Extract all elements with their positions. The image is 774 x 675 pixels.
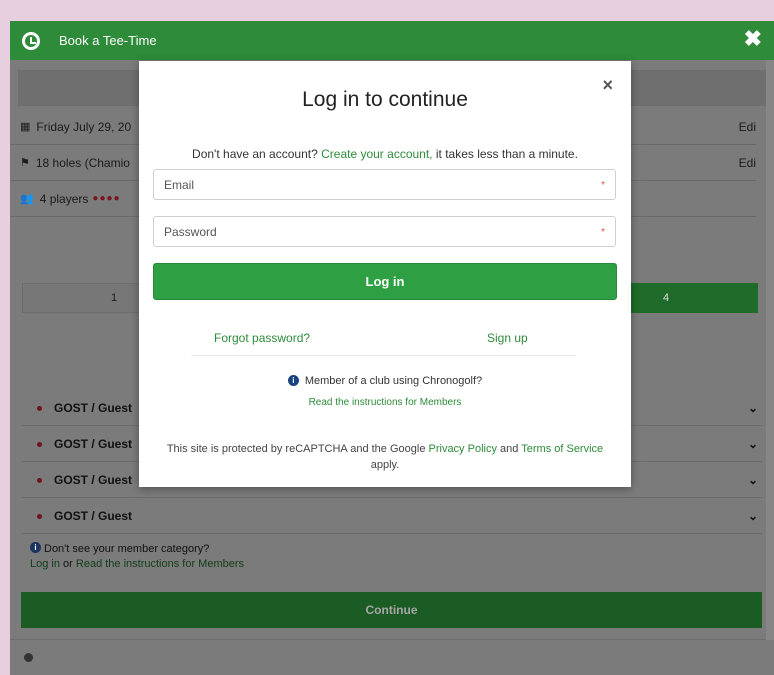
footer-bar [10, 639, 774, 675]
recaptcha-notice: This site is protected by reCAPTCHA and … [161, 441, 609, 473]
players-text: 4 players [39, 191, 89, 206]
chevron-down-icon[interactable]: ⌄ [748, 401, 758, 415]
member-instructions-link[interactable]: Read the instructions for Members [139, 397, 631, 408]
privacy-policy-link[interactable]: Privacy Policy [429, 443, 497, 455]
recaptcha-suffix: apply. [370, 459, 400, 471]
bullet-icon [37, 513, 42, 519]
close-booking-button[interactable]: ✖ [744, 27, 762, 51]
forgot-password-link[interactable]: Forgot password? [214, 331, 310, 345]
bullet-icon [37, 441, 42, 447]
booking-header: Book a Tee-Time ✖ [10, 21, 774, 60]
guest-label: GOST / Guest [54, 509, 133, 523]
edit-holes-link[interactable]: Edi [739, 156, 756, 170]
chevron-down-icon[interactable]: ⌄ [748, 509, 758, 523]
divider [191, 355, 576, 356]
golf-flag-icon: ⚑ [20, 157, 30, 169]
calendar-icon: ▦ [20, 121, 31, 133]
edit-date-link[interactable]: Edi [739, 120, 756, 134]
terms-of-service-link[interactable]: Terms of Service [521, 443, 603, 455]
guest-label: GOST / Guest [54, 473, 133, 487]
header-title: Book a Tee-Time [59, 33, 157, 48]
continue-button[interactable]: Continue [21, 592, 762, 628]
signup-prompt: Don't have an account? Create your accou… [139, 147, 631, 161]
date-text: Friday July 29, 20 [36, 119, 132, 134]
bullet-icon [37, 405, 42, 411]
bullet-icon [37, 477, 42, 483]
member-category-note: i Don't see your member category? Log in … [30, 542, 244, 572]
scrollbar[interactable] [766, 60, 774, 640]
password-field[interactable] [153, 216, 616, 247]
clock-icon [22, 31, 40, 50]
create-account-link[interactable]: Create your account, [321, 147, 432, 161]
chevron-down-icon[interactable]: ⌄ [748, 473, 758, 487]
email-field[interactable] [153, 169, 616, 200]
holes-text: 18 holes (Chamio [35, 155, 130, 170]
users-icon: 👥 [20, 193, 34, 205]
note-or-text: or [63, 558, 73, 570]
login-button[interactable]: Log in [153, 263, 617, 300]
required-marker: * [601, 180, 605, 191]
guest-row[interactable]: GOST / Guest ⌄ [22, 499, 762, 534]
signup-suffix: it takes less than a minute. [435, 147, 578, 161]
player-dots: ●●●● [92, 193, 121, 204]
note-login-link[interactable]: Log in [30, 558, 60, 570]
guest-label: GOST / Guest [54, 437, 133, 451]
member-note-text: Don't see your member category? [44, 543, 210, 555]
note-instructions-link[interactable]: Read the instructions for Members [76, 558, 244, 570]
login-modal: × Log in to continue Don't have an accou… [139, 61, 631, 487]
clock-icon [24, 653, 33, 662]
member-question: i Member of a club using Chronogolf? [139, 375, 631, 387]
chevron-down-icon[interactable]: ⌄ [748, 437, 758, 451]
guest-label: GOST / Guest [54, 401, 133, 415]
recaptcha-prefix: This site is protected by reCAPTCHA and … [166, 443, 426, 455]
required-marker: * [601, 227, 605, 238]
signup-prefix: Don't have an account? [192, 147, 318, 161]
info-icon: i [30, 542, 41, 553]
member-question-text: Member of a club using Chronogolf? [304, 375, 483, 387]
info-icon: i [287, 375, 299, 386]
recaptcha-and: and [500, 443, 519, 455]
modal-title: Log in to continue [302, 88, 468, 111]
signup-link[interactable]: Sign up [487, 331, 528, 345]
